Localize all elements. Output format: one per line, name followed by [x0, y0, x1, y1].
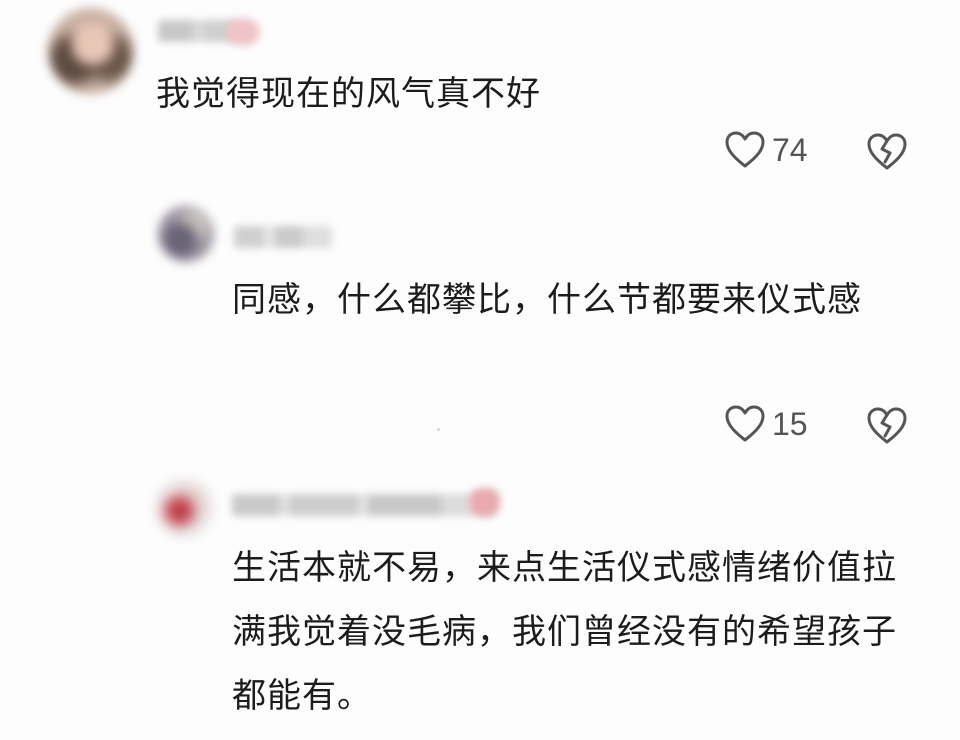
- like-button[interactable]: 15: [724, 404, 808, 444]
- comment-text: 我觉得现在的风气真不好: [156, 74, 541, 114]
- like-count: 74: [772, 131, 808, 168]
- comment-text: 生活本就不易，来点生活仪式感情绪价值拉满我觉着没毛病，我们曾经没有的希望孩子都能…: [232, 548, 897, 716]
- broken-heart-icon: [867, 133, 907, 170]
- dust-speck: [437, 428, 440, 431]
- avatar[interactable]: [156, 480, 212, 536]
- like-count: 15: [772, 405, 808, 442]
- username-blurred[interactable]: [158, 20, 236, 42]
- avatar[interactable]: [48, 8, 134, 94]
- dislike-button[interactable]: [866, 406, 908, 446]
- username-blurred[interactable]: [232, 494, 494, 516]
- comment-text: 同感，什么都攀比，什么节都要来仪式感: [232, 280, 862, 320]
- user-badge-blurred: [226, 18, 260, 46]
- heart-outline-icon: [725, 131, 765, 168]
- dislike-button[interactable]: [866, 132, 908, 172]
- heart-outline-icon: [725, 405, 765, 442]
- avatar[interactable]: [158, 206, 214, 262]
- username-blurred[interactable]: [234, 226, 332, 248]
- user-badge-blurred: [470, 488, 500, 516]
- like-button[interactable]: 74: [724, 130, 808, 170]
- broken-heart-icon: [867, 407, 907, 444]
